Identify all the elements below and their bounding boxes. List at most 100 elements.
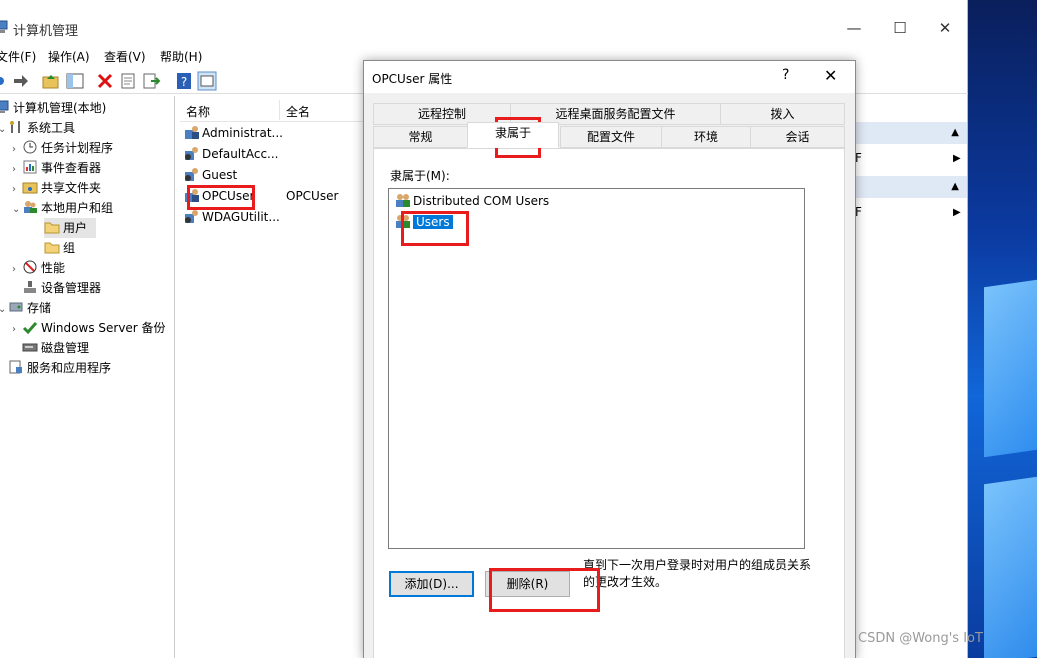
menu-action[interactable]: 操作(A) — [48, 48, 90, 65]
chevron-down-icon[interactable]: ⌄ — [0, 120, 8, 140]
chevron-right-icon[interactable]: › — [12, 140, 22, 160]
member-of-list[interactable]: Distributed COM Users Users — [388, 188, 805, 549]
console-tree: 计算机管理(本地) ⌄ 系统工具 › 任务计划程序 › 事件查看器 › 共享文件夹 ⌄ 本… — [0, 96, 175, 658]
folder-icon — [44, 222, 60, 234]
column-separator[interactable] — [279, 100, 280, 120]
tree-item-groups[interactable]: 组 — [44, 238, 75, 258]
action-more[interactable]: F — [855, 205, 862, 219]
disabled-user-icon — [185, 147, 198, 160]
tree-item-users[interactable]: 用户 — [44, 218, 96, 238]
tree-item-local-users-groups[interactable]: ⌄ 本地用户和组 — [12, 198, 113, 218]
svg-text:?: ? — [181, 75, 187, 89]
windows-logo-pane — [984, 278, 1037, 458]
tree-item-task-scheduler[interactable]: › 任务计划程序 — [12, 138, 113, 158]
disabled-user-icon — [185, 168, 198, 181]
close-button[interactable]: ✕ — [922, 17, 968, 39]
table-row[interactable]: WDAGUtilit... — [184, 207, 364, 228]
column-name[interactable]: 名称 — [186, 103, 210, 120]
chevron-down-icon[interactable]: ⌄ — [12, 200, 22, 220]
tab-environment[interactable]: 环境 — [661, 126, 751, 148]
computer-management-icon — [0, 20, 8, 33]
disabled-user-icon — [185, 210, 198, 223]
remove-button[interactable]: 删除(R) — [485, 571, 570, 597]
add-button[interactable]: 添加(D)... — [389, 571, 474, 597]
delete-icon[interactable] — [95, 71, 115, 91]
tree-item-windows-server-backup[interactable]: › Windows Server 备份 — [12, 318, 166, 338]
submenu-arrow-icon[interactable]: ▶ — [953, 207, 961, 218]
column-full-name[interactable]: 全名 — [286, 103, 310, 120]
dialog-close-button[interactable]: ✕ — [824, 66, 837, 85]
device-manager-icon — [24, 281, 36, 293]
member-of-label: 隶属于(M): — [390, 169, 450, 183]
dialog-title-bar: OPCUser 属性 ? ✕ — [364, 61, 855, 93]
tree-item-services-applications[interactable]: 服务和应用程序 — [8, 358, 111, 378]
up-folder-icon[interactable] — [41, 71, 61, 91]
maximize-button[interactable]: ☐ — [877, 17, 923, 39]
chevron-right-icon[interactable]: › — [12, 160, 22, 180]
folder-icon — [44, 242, 60, 254]
tree-item-performance[interactable]: › 性能 — [12, 258, 65, 278]
shared-folder-icon — [22, 182, 38, 194]
tree-item-device-manager[interactable]: 设备管理器 — [22, 278, 101, 298]
table-row[interactable]: Administrat... — [184, 123, 364, 144]
menu-view[interactable]: 查看(V) — [104, 48, 146, 65]
table-row[interactable]: Guest — [184, 165, 364, 186]
tools-icon — [10, 121, 20, 133]
actions-header[interactable]: ▲ — [855, 176, 967, 198]
tree-item-storage[interactable]: ⌄ 存储 — [0, 298, 51, 318]
selected-member: Users — [413, 215, 453, 229]
chevron-right-icon[interactable]: › — [12, 320, 22, 340]
dialog-title: OPCUser 属性 — [372, 72, 453, 86]
table-row-opcuser[interactable]: OPCUser OPCUser — [184, 186, 364, 207]
chevron-right-icon[interactable]: › — [12, 260, 22, 280]
action-more[interactable]: F — [855, 151, 862, 165]
forward-icon[interactable] — [11, 71, 31, 91]
tree-item-disk-management[interactable]: 磁盘管理 — [22, 338, 89, 358]
performance-icon — [23, 260, 37, 274]
opcuser-full-name: OPCUser — [286, 189, 339, 203]
tab-member-of[interactable]: 隶属于 — [467, 122, 559, 148]
help-button[interactable]: ? — [782, 67, 789, 83]
properties-icon[interactable] — [118, 71, 138, 91]
table-row[interactable]: DefaultAcc... — [184, 144, 364, 165]
chevron-down-icon[interactable]: ⌄ — [0, 300, 8, 320]
window-title: 计算机管理 — [13, 24, 79, 39]
backup-icon — [22, 322, 38, 335]
tree-item-shared-folders[interactable]: › 共享文件夹 — [12, 178, 101, 198]
list-item-distributed-com-users[interactable]: Distributed COM Users — [395, 192, 549, 210]
disk-icon — [22, 343, 38, 352]
chevron-right-icon[interactable]: › — [12, 180, 22, 200]
user-icon — [185, 126, 199, 139]
computer-management-icon — [0, 100, 9, 113]
membership-note: 直到下一次用户登录时对用户的组成员关系的更改才生效。 — [583, 558, 812, 589]
list-item-users[interactable]: Users — [395, 213, 453, 231]
tab-general[interactable]: 常规 — [373, 126, 468, 148]
collapse-icon[interactable]: ▲ — [951, 181, 959, 192]
list-header: 名称 全名 — [180, 98, 364, 122]
minimize-button[interactable]: — — [831, 17, 877, 39]
services-icon — [9, 360, 22, 374]
event-viewer-icon — [23, 160, 37, 174]
tree-item-system-tools[interactable]: ⌄ 系统工具 — [0, 118, 75, 138]
title-bar: 计算机管理 — ☐ ✕ — [0, 14, 968, 42]
show-action-pane-icon[interactable] — [197, 71, 217, 91]
member-of-panel: 隶属于(M): Distributed COM Users Users 添加(D… — [373, 148, 845, 658]
group-icon — [396, 215, 410, 228]
submenu-arrow-icon[interactable]: ▶ — [953, 153, 961, 164]
tree-item-event-viewer[interactable]: › 事件查看器 — [12, 158, 101, 178]
help-icon[interactable]: ? — [174, 71, 194, 91]
show-hide-tree-icon[interactable] — [65, 71, 85, 91]
tab-sessions[interactable]: 会话 — [750, 126, 845, 148]
tab-profile[interactable]: 配置文件 — [560, 126, 662, 148]
storage-icon — [9, 302, 23, 312]
users-icon — [24, 201, 37, 213]
export-list-icon[interactable] — [141, 71, 161, 91]
menu-help[interactable]: 帮助(H) — [160, 48, 202, 65]
tab-dial-in[interactable]: 拨入 — [720, 103, 845, 125]
menu-file[interactable]: 文件(F) — [0, 48, 36, 65]
user-list: 名称 全名 Administrat... DefaultAcc... Guest… — [180, 96, 364, 658]
collapse-icon[interactable]: ▲ — [951, 127, 959, 138]
tree-item-computer-management[interactable]: 计算机管理(本地) — [0, 98, 106, 118]
user-icon — [185, 189, 199, 202]
actions-header[interactable]: ▲ — [855, 122, 967, 144]
